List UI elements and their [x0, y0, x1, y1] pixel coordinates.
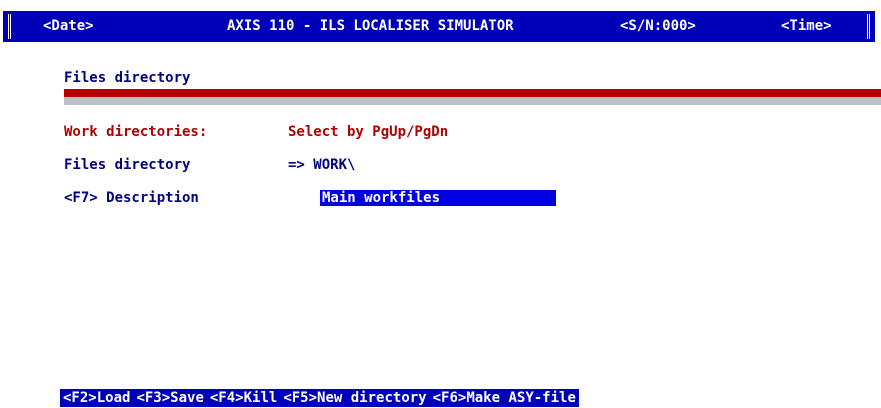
header-time: <Time>: [781, 18, 832, 34]
description-field[interactable]: Main workfiles: [320, 190, 556, 206]
app-title: AXIS 110 - ILS LOCALISER SIMULATOR: [227, 18, 514, 34]
files-directory-label: Files directory: [64, 157, 191, 173]
load-key[interactable]: <F2>Load: [60, 389, 133, 407]
grey-separator: [64, 97, 881, 105]
work-directories-label: Work directories:: [64, 124, 208, 140]
save-key[interactable]: <F3>Save: [133, 389, 206, 407]
section-title: Files directory: [64, 70, 191, 86]
function-key-bar: <F2>Load <F3>Save <F4>Kill <F5>New direc…: [60, 389, 579, 407]
files-directory-value[interactable]: => WORK\: [288, 157, 355, 173]
work-directories-hint: Select by PgUp/PgDn: [288, 124, 449, 140]
red-separator: [64, 89, 881, 97]
header-date: <Date>: [43, 18, 94, 34]
title-bar: <Date> AXIS 110 - ILS LOCALISER SIMULATO…: [3, 11, 875, 42]
new-directory-key[interactable]: <F5>New directory: [280, 389, 429, 407]
description-label: <F7> Description: [64, 190, 199, 206]
make-asy-file-key[interactable]: <F6>Make ASY-file: [430, 389, 579, 407]
kill-key[interactable]: <F4>Kill: [207, 389, 280, 407]
header-serial-number: <S/N:000>: [620, 18, 696, 34]
